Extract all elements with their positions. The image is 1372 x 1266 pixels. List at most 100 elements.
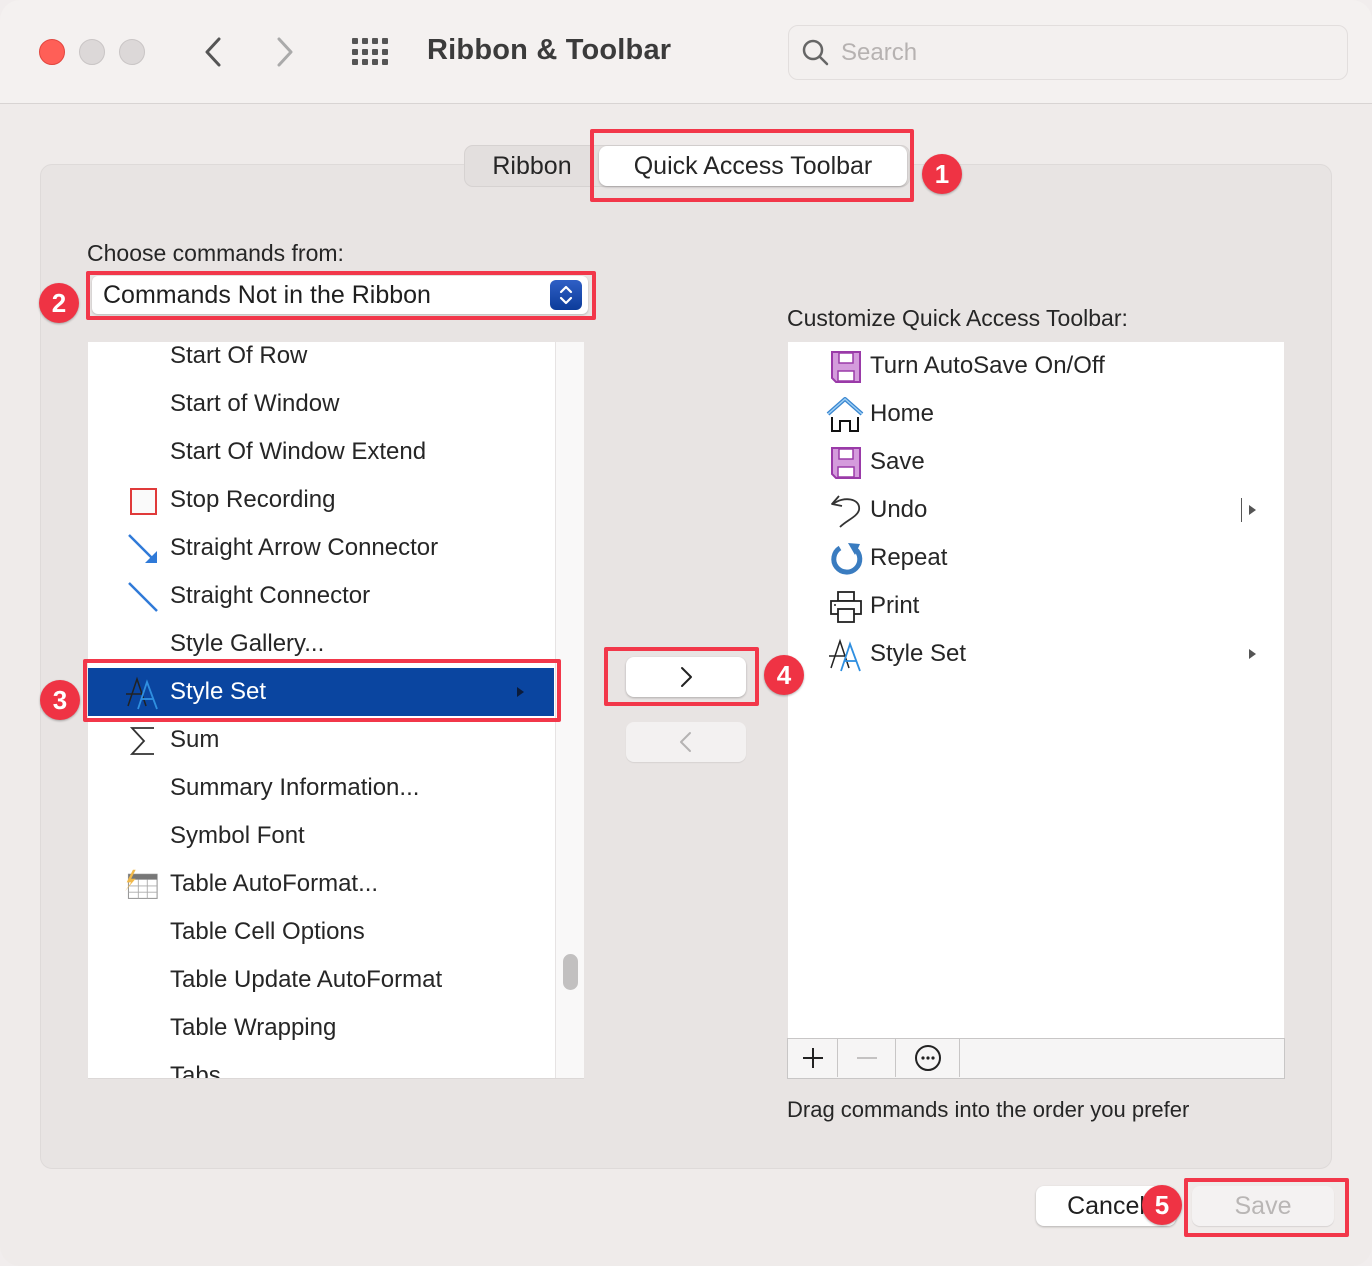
chevron-right-icon: [277, 37, 293, 67]
annotation-badge-1: 1: [922, 154, 962, 194]
list-item[interactable]: Straight Arrow Connector: [88, 524, 554, 572]
toolbar-item[interactable]: Home: [788, 390, 1284, 438]
list-item[interactable]: Sum: [88, 716, 554, 764]
commands-source-dropdown[interactable]: Commands Not in the Ribbon: [92, 276, 588, 314]
list-item-label: Table Update AutoFormat: [170, 966, 443, 993]
toolbar-item[interactable]: Repeat: [788, 534, 1284, 582]
list-item[interactable]: Table Cell Options: [88, 908, 554, 956]
save-button[interactable]: Save: [1192, 1186, 1334, 1226]
list-item[interactable]: Start Of Window Extend: [88, 428, 554, 476]
list-item-label: Style Gallery...: [170, 630, 325, 657]
annotation-badge-4: 4: [764, 655, 804, 695]
grid-dot: [382, 48, 388, 55]
arrow-connector-icon: [126, 534, 160, 564]
style-set-icon: [126, 676, 160, 710]
toolbar-item-label: Style Set: [870, 640, 967, 667]
tab-ribbon[interactable]: Ribbon: [465, 146, 599, 186]
stop-square-icon: [126, 486, 160, 516]
title-bar: Ribbon & Toolbar: [0, 0, 1372, 104]
toolbar-item[interactable]: Undo: [788, 486, 1284, 534]
list-item-label: Tabs: [170, 1062, 221, 1079]
line-connector-icon: [126, 582, 160, 612]
floppy-disk-icon: [826, 350, 866, 384]
list-item[interactable]: Straight Connector: [88, 572, 554, 620]
list-item-label: Stop Recording: [170, 486, 336, 513]
available-commands-list[interactable]: Start Of Row Start of Window Start Of Wi…: [88, 342, 584, 1079]
remove-item-button[interactable]: [838, 1039, 896, 1077]
close-window-button[interactable]: [39, 39, 65, 65]
annotation-badge-5: 5: [1142, 1185, 1182, 1225]
add-to-toolbar-button[interactable]: [626, 657, 746, 697]
toolbar-item[interactable]: Turn AutoSave On/Off: [788, 342, 1284, 390]
list-item[interactable]: Summary Information...: [88, 764, 554, 812]
grid-dot: [352, 59, 358, 66]
grid-dot: [372, 48, 378, 55]
toolbar-item-label: Save: [870, 448, 925, 475]
forward-button[interactable]: [270, 34, 300, 70]
plus-icon: [802, 1048, 823, 1068]
search-input[interactable]: [841, 34, 1331, 72]
preferences-window: Ribbon & Toolbar Ribbon Quick Access Too…: [0, 0, 1372, 1266]
toolbar-commands-list[interactable]: Turn AutoSave On/Off Home Save Undo Repe…: [788, 342, 1284, 1038]
list-item[interactable]: Start of Window: [88, 380, 554, 428]
toolbar-item[interactable]: Print: [788, 582, 1284, 630]
window-title: Ribbon & Toolbar: [427, 34, 672, 66]
grid-dot: [372, 59, 378, 66]
grid-dot: [372, 38, 378, 44]
style-set-icon: [826, 638, 866, 672]
submenu-arrow-icon[interactable]: [1249, 649, 1256, 659]
choose-commands-label: Choose commands from:: [87, 240, 344, 266]
grid-dot: [352, 48, 358, 55]
list-item[interactable]: Tabs: [88, 1052, 554, 1079]
printer-icon: [826, 590, 866, 624]
split-divider: [1241, 498, 1242, 522]
list-item[interactable]: Table Wrapping: [88, 1004, 554, 1052]
toolbar-item[interactable]: Style Set: [788, 630, 1284, 678]
list-item-label: Symbol Font: [170, 822, 305, 849]
dropdown-value: Commands Not in the Ribbon: [103, 280, 431, 309]
list-item[interactable]: Table AutoFormat...: [88, 860, 554, 908]
chevron-left-icon: [680, 732, 691, 752]
zoom-window-button[interactable]: [119, 39, 145, 65]
show-all-button[interactable]: [352, 38, 392, 66]
list-item-label: Table AutoFormat...: [170, 870, 379, 897]
list-item-label: Summary Information...: [170, 774, 420, 801]
table-autoformat-icon: [124, 869, 158, 900]
toolbar-item[interactable]: Save: [788, 438, 1284, 486]
grid-dot: [382, 38, 388, 44]
floppy-disk-icon: [826, 446, 866, 480]
toolbar-item-label: Home: [870, 400, 935, 427]
scrollbar-thumb[interactable]: [563, 954, 578, 990]
tab-quick-access-toolbar[interactable]: Quick Access Toolbar: [599, 146, 907, 186]
list-item[interactable]: Style Gallery...: [88, 620, 554, 668]
list-item-label: Table Cell Options: [170, 918, 365, 945]
more-options-button[interactable]: [896, 1039, 960, 1077]
undo-icon: [826, 494, 866, 528]
list-item[interactable]: Start Of Row: [88, 342, 554, 380]
drag-hint: Drag commands into the order you prefer: [787, 1097, 1190, 1122]
search-field[interactable]: [788, 25, 1348, 80]
grid-dot: [362, 38, 368, 44]
list-item[interactable]: Stop Recording: [88, 476, 554, 524]
submenu-arrow-icon: [517, 687, 524, 697]
list-edit-toolbar: [787, 1038, 1285, 1079]
grid-dot: [382, 59, 388, 66]
ellipsis-circle-icon: [914, 1045, 941, 1071]
remove-from-toolbar-button[interactable]: [626, 722, 746, 762]
list-item-label: Straight Arrow Connector: [170, 534, 439, 561]
submenu-arrow-icon[interactable]: [1249, 505, 1256, 515]
list-item-label: Start Of Row: [170, 342, 308, 369]
back-button[interactable]: [198, 34, 228, 70]
repeat-icon: [826, 542, 866, 576]
list-item-label: Straight Connector: [170, 582, 371, 609]
list-item-selected[interactable]: Style Set: [88, 668, 554, 716]
chevron-left-icon: [205, 37, 221, 67]
toolbar-item-label: Undo: [870, 496, 928, 523]
sigma-icon: [126, 726, 160, 756]
minimize-window-button[interactable]: [79, 39, 105, 65]
toolbar-item-label: Repeat: [870, 544, 948, 571]
list-item[interactable]: Table Update AutoFormat: [88, 956, 554, 1004]
chevron-right-icon: [681, 667, 692, 687]
add-item-button[interactable]: [788, 1039, 838, 1077]
list-item[interactable]: Symbol Font: [88, 812, 554, 860]
